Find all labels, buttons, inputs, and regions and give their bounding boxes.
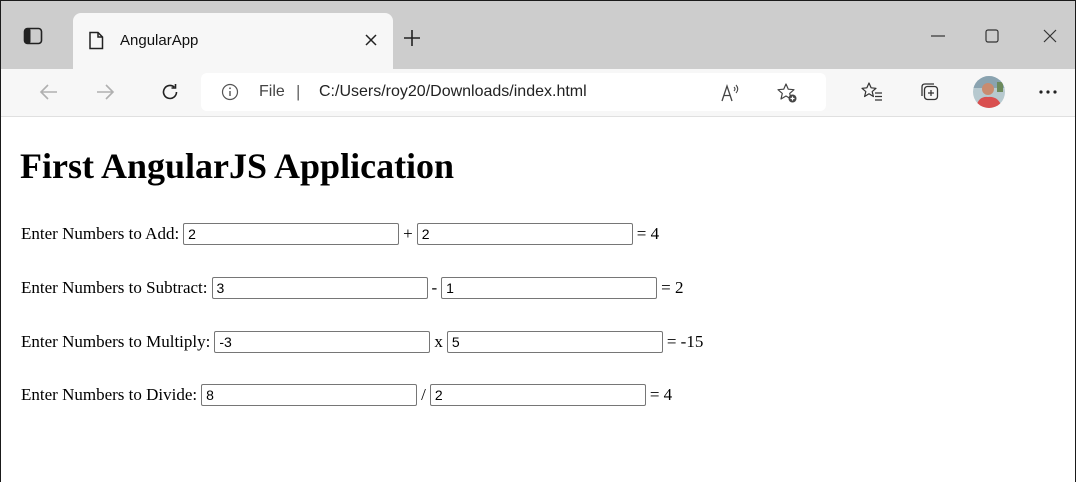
divide-input-a[interactable] xyxy=(201,384,418,406)
subtract-input-a[interactable] xyxy=(211,277,428,299)
tab-actions-icon[interactable] xyxy=(21,25,45,47)
multiply-result: = -15 xyxy=(666,332,704,351)
forward-icon[interactable] xyxy=(91,78,119,106)
read-aloud-icon[interactable] xyxy=(719,81,743,105)
add-label: Enter Numbers to Add: xyxy=(21,224,180,243)
page-icon xyxy=(87,30,105,50)
new-tab-icon[interactable] xyxy=(401,27,423,49)
add-row: Enter Numbers to Add: + = 4 xyxy=(21,220,659,248)
page-heading: First AngularJS Application xyxy=(20,146,455,186)
divide-result: = 4 xyxy=(649,385,673,404)
page-content: First AngularJS Application Enter Number… xyxy=(1,117,1075,482)
subtract-label: Enter Numbers to Subtract: xyxy=(21,278,208,297)
address-scheme: File xyxy=(259,83,285,100)
subtract-input-b[interactable] xyxy=(441,277,658,299)
browser-window: AngularApp File | C:/Users/roy20/Downloa… xyxy=(0,0,1076,482)
multiply-row: Enter Numbers to Multiply: x = -15 xyxy=(21,328,703,356)
browser-tab[interactable]: AngularApp xyxy=(73,13,393,69)
more-options-icon[interactable] xyxy=(1034,78,1062,106)
maximize-icon[interactable] xyxy=(979,23,1005,49)
favorites-icon[interactable] xyxy=(858,78,886,106)
add-input-a[interactable] xyxy=(183,223,400,245)
add-input-b[interactable] xyxy=(416,223,633,245)
subtract-operator: - xyxy=(431,278,438,297)
close-window-icon[interactable] xyxy=(1037,23,1063,49)
multiply-input-b[interactable] xyxy=(446,331,663,353)
add-result: = 4 xyxy=(636,224,660,243)
address-url[interactable]: C:/Users/roy20/Downloads/index.html xyxy=(319,83,587,101)
add-favorite-icon[interactable] xyxy=(775,81,799,105)
collections-icon[interactable] xyxy=(916,78,944,106)
close-tab-icon[interactable] xyxy=(361,29,381,51)
info-icon[interactable] xyxy=(221,83,239,101)
profile-avatar[interactable] xyxy=(973,76,1005,108)
multiply-label: Enter Numbers to Multiply: xyxy=(21,332,211,351)
multiply-input-a[interactable] xyxy=(214,331,431,353)
minimize-icon[interactable] xyxy=(925,23,951,49)
tab-title: AngularApp xyxy=(120,32,199,49)
subtract-result: = 2 xyxy=(661,278,684,297)
tab-strip: AngularApp xyxy=(1,1,1075,69)
subtract-row: Enter Numbers to Subtract: - = 2 xyxy=(21,274,684,302)
address-separator: | xyxy=(296,82,301,101)
back-icon[interactable] xyxy=(35,78,63,106)
divide-label: Enter Numbers to Divide: xyxy=(21,385,198,404)
divide-input-b[interactable] xyxy=(429,384,646,406)
address-bar[interactable]: File | C:/Users/roy20/Downloads/index.ht… xyxy=(201,73,826,111)
refresh-icon[interactable] xyxy=(156,78,184,106)
divide-operator: / xyxy=(421,385,426,404)
add-operator: + xyxy=(403,224,413,243)
divide-row: Enter Numbers to Divide: / = 4 xyxy=(21,381,672,409)
multiply-operator: x xyxy=(434,332,443,351)
browser-toolbar: File | C:/Users/roy20/Downloads/index.ht… xyxy=(1,69,1075,117)
